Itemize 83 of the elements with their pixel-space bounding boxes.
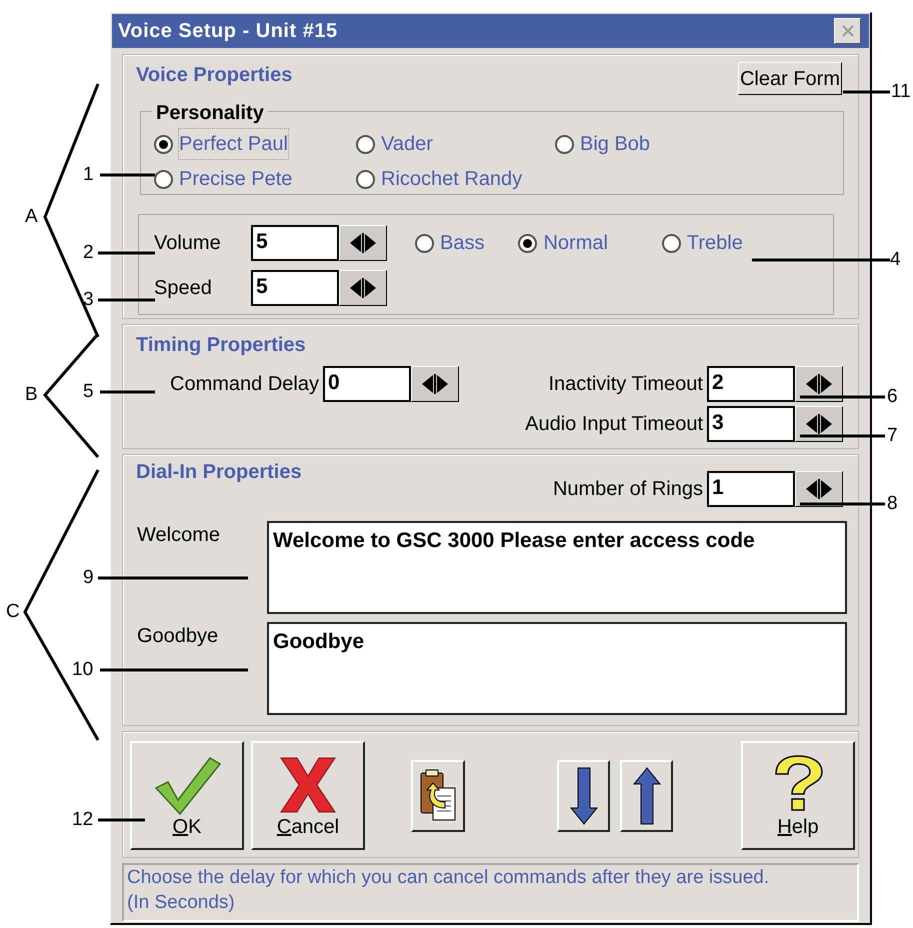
ok-button[interactable]: OK — [130, 741, 244, 850]
leader-line — [100, 390, 155, 394]
field-label: Speed — [154, 276, 213, 301]
radio-label: Precise Pete — [179, 167, 292, 192]
clipboard-button[interactable] — [411, 760, 465, 832]
leader-line — [98, 252, 155, 254]
radio-button[interactable] — [518, 234, 538, 252]
radio-button[interactable] — [154, 170, 173, 188]
field-label: Inactivity Timeout — [548, 372, 703, 397]
callout-number: 2 — [83, 242, 94, 264]
cancel-button[interactable]: Cancel — [251, 741, 365, 850]
radio-button[interactable] — [415, 234, 434, 252]
spin-arrows-icon — [804, 478, 834, 500]
radio-button[interactable] — [555, 134, 574, 154]
callout-number: 11 — [891, 81, 911, 103]
callout-number: 5 — [83, 381, 94, 403]
radio-label: Vader — [381, 132, 433, 157]
callout-letter: C — [6, 601, 20, 623]
close-icon — [840, 24, 854, 38]
callout-number: 1 — [83, 164, 94, 186]
leader-line — [100, 174, 155, 176]
callout-number: 9 — [83, 567, 94, 589]
spin-field[interactable]: 1 — [707, 471, 795, 507]
radio-label: Normal — [543, 231, 608, 256]
help-button[interactable]: Help — [741, 741, 855, 850]
callout-number: 3 — [83, 289, 94, 311]
section-title: Dial-In Properties — [136, 460, 302, 485]
spin-field[interactable]: 0 — [322, 366, 411, 402]
field-label: Volume — [154, 231, 222, 256]
leader-line — [98, 818, 145, 822]
spin-field[interactable]: 3 — [707, 406, 795, 442]
radio-label: Ricochet Randy — [381, 167, 522, 192]
radio-label: Perfect Paul — [179, 129, 288, 159]
spin-field[interactable]: 2 — [707, 366, 795, 402]
spin-button[interactable] — [339, 225, 387, 261]
radio-button[interactable] — [356, 170, 375, 188]
message-field[interactable]: Welcome to GSC 3000 Please enter access code — [267, 521, 847, 614]
radio-button[interactable] — [154, 134, 173, 154]
spin-button[interactable] — [795, 471, 843, 507]
leader-line — [843, 90, 890, 94]
callout-number: 12 — [72, 809, 94, 831]
callout-number: 10 — [72, 659, 94, 681]
spin-button[interactable] — [339, 270, 387, 306]
field-label: Goodbye — [137, 624, 220, 648]
field-label: Command Delay — [170, 372, 319, 397]
clear-form-button[interactable]: Clear Form — [738, 62, 842, 95]
window-title: Voice Setup - Unit #15 — [118, 19, 338, 44]
status-text: Choose the delay for which you can cancel commands after they are issued. — [127, 866, 770, 890]
leader-line — [98, 298, 155, 302]
radio-label: Treble — [686, 231, 743, 256]
callout-number: 8 — [887, 493, 898, 515]
callout-letter: B — [25, 384, 38, 406]
spin-arrows-icon — [348, 277, 378, 299]
callout-letter: A — [25, 206, 38, 228]
callout-number: 4 — [890, 249, 901, 271]
status-text: (In Seconds) — [127, 891, 236, 915]
spin-arrows-icon — [804, 373, 834, 395]
spin-button[interactable] — [795, 366, 843, 402]
callout-number: 6 — [887, 386, 898, 408]
spin-field[interactable]: 5 — [251, 270, 339, 306]
field-label: Welcome — [137, 523, 221, 547]
up-arrow-icon — [632, 766, 662, 826]
radio-button[interactable] — [662, 234, 681, 252]
radio-label: Big Bob — [580, 132, 650, 157]
down-arrow-icon — [568, 766, 598, 826]
spin-arrows-icon — [420, 373, 450, 395]
message-field[interactable]: Goodbye — [267, 622, 847, 715]
close-button[interactable] — [834, 18, 861, 44]
spin-arrows-icon — [804, 413, 834, 435]
field-label: Number of Rings — [552, 477, 703, 502]
callout-number: 7 — [887, 425, 898, 447]
radio-label: Bass — [440, 231, 484, 256]
section-title: Voice Properties — [136, 63, 292, 88]
field-label: Audio Input Timeout — [525, 412, 703, 437]
radio-button[interactable] — [356, 134, 375, 154]
spin-field[interactable]: 5 — [251, 225, 339, 261]
move-down-button[interactable] — [557, 760, 610, 832]
spin-arrows-icon — [348, 232, 378, 254]
spin-button[interactable] — [795, 406, 843, 442]
spin-button[interactable] — [410, 366, 459, 402]
section-title: Timing Properties — [136, 333, 306, 358]
move-up-button[interactable] — [620, 760, 673, 832]
clipboard-icon — [419, 768, 457, 824]
